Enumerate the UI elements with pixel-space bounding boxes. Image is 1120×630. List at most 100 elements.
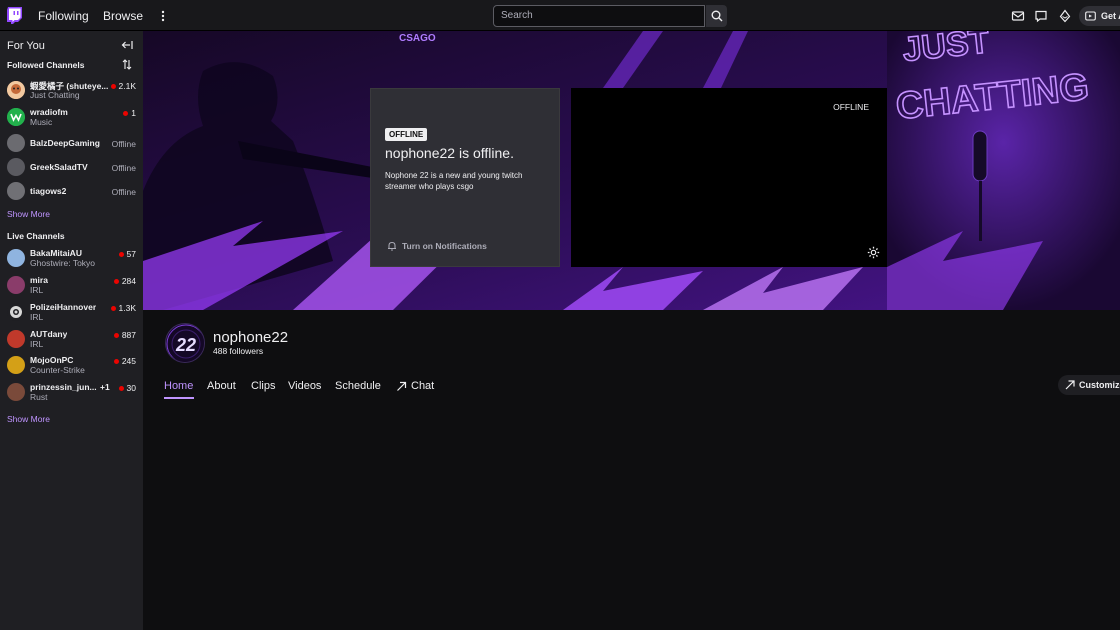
- search-icon: [711, 10, 722, 22]
- live-channel-item[interactable]: AUTdany IRL 887: [0, 328, 143, 352]
- whispers-icon[interactable]: [1034, 9, 1048, 23]
- followed-channels-heading: Followed Channels: [7, 60, 85, 70]
- bell-icon: [388, 241, 396, 251]
- channel-name: BakaMitaiAU: [30, 248, 82, 258]
- live-indicator-icon: [113, 332, 119, 338]
- live-channel-item[interactable]: BakaMitaiAU Ghostwire: Tokyo 57: [0, 247, 143, 271]
- show-more-followed-link[interactable]: Show More: [7, 209, 50, 219]
- tab-chat[interactable]: Chat: [396, 380, 434, 392]
- channel-name: wradiofm: [30, 107, 68, 117]
- avatar: [7, 249, 25, 267]
- video-player[interactable]: OFFLINE: [571, 88, 887, 267]
- search-button[interactable]: [706, 5, 727, 27]
- viewer-count: 1.3K: [110, 303, 136, 313]
- channel-name: BalzDeepGaming: [30, 138, 100, 148]
- live-channel-item[interactable]: mira IRL 284: [0, 274, 143, 298]
- channel-category: Counter-Strike: [30, 365, 85, 375]
- get-ad-free-button[interactable]: Get A: [1079, 6, 1120, 26]
- followed-channel-item[interactable]: 蝦愛橘子 (shuteye... Just Chatting 2.1K: [0, 79, 143, 103]
- channel-avatar[interactable]: 22: [165, 323, 205, 363]
- offline-card: OFFLINE nophone22 is offline. Nophone 22…: [370, 88, 560, 267]
- offline-status: Offline: [111, 139, 136, 149]
- channel-name: GreekSaladTV: [30, 162, 88, 172]
- viewer-count: 887: [113, 330, 136, 340]
- live-channel-item[interactable]: prinzessin_jun... +1 Rust 30: [0, 381, 143, 405]
- viewer-count: 2.1K: [110, 81, 136, 91]
- avatar: [7, 303, 25, 321]
- nav-following[interactable]: Following: [38, 9, 89, 23]
- followed-channel-item[interactable]: GreekSaladTV Offline: [0, 156, 143, 180]
- channel-category: IRL: [30, 339, 44, 349]
- live-channels-heading: Live Channels: [7, 231, 65, 241]
- external-arrow-icon: [397, 381, 407, 391]
- live-channel-item[interactable]: MojoOnPC Counter-Strike 245: [0, 354, 143, 378]
- channel-name: prinzessin_jun...: [30, 382, 97, 392]
- more-options-icon[interactable]: [159, 8, 167, 24]
- sort-icon[interactable]: [122, 59, 132, 70]
- nav-browse[interactable]: Browse: [103, 9, 143, 23]
- tab-home[interactable]: Home: [164, 380, 193, 392]
- sidebar-title: For You: [7, 40, 45, 52]
- live-indicator-icon: [113, 278, 119, 284]
- co-stream-count: +1: [100, 382, 110, 392]
- live-indicator-icon: [110, 83, 116, 89]
- settings-gear-icon[interactable]: [867, 246, 880, 259]
- channel-category: Music: [30, 117, 53, 127]
- channel-name: tiagows2: [30, 186, 67, 196]
- avatar: [7, 330, 25, 348]
- channel-name: mira: [30, 275, 48, 285]
- avatar: [7, 276, 25, 294]
- offline-badge: OFFLINE: [385, 128, 428, 141]
- channel-category: Ghostwire: Tokyo: [30, 258, 96, 268]
- tab-about[interactable]: About: [207, 380, 236, 392]
- live-indicator-icon: [118, 251, 124, 257]
- followed-channel-item[interactable]: wradiofm Music 1: [0, 106, 143, 130]
- followed-channel-item[interactable]: BalzDeepGaming Offline: [0, 132, 143, 156]
- channel-name: PolizeiHannover: [30, 302, 97, 312]
- offline-status: Offline: [111, 163, 136, 173]
- channel-name: MojoOnPC: [30, 355, 74, 365]
- channel-category: IRL: [30, 312, 44, 322]
- top-nav-bar: Following Browse Search Get A: [0, 0, 1120, 31]
- channel-category: Rust: [30, 392, 48, 402]
- avatar: [7, 134, 25, 152]
- viewer-count: 57: [118, 249, 136, 259]
- active-tab-indicator: [164, 397, 194, 399]
- bits-icon[interactable]: [1058, 9, 1072, 23]
- customize-channel-button[interactable]: Customize: [1058, 375, 1120, 395]
- offline-status: Offline: [111, 187, 136, 197]
- ad-free-icon: [1085, 11, 1096, 21]
- live-indicator-icon: [110, 305, 116, 311]
- viewer-count: 284: [113, 276, 136, 286]
- show-more-live-link[interactable]: Show More: [7, 414, 50, 424]
- avatar: [7, 108, 25, 126]
- search-input[interactable]: Search: [493, 5, 705, 27]
- avatar: [7, 356, 25, 374]
- sidebar: For You Followed Channels 蝦愛橘子 (shuteye.…: [0, 31, 143, 630]
- live-channel-item[interactable]: PolizeiHannover IRL 1.3K: [0, 301, 143, 325]
- channel-category: IRL: [30, 285, 44, 295]
- viewer-count: 1: [123, 108, 136, 118]
- twitch-logo-icon[interactable]: [7, 7, 22, 24]
- avatar: [7, 383, 25, 401]
- external-arrow-icon: [1065, 380, 1075, 390]
- banner-csgo-text: CSAGO: [399, 33, 436, 44]
- avatar-number: 22: [175, 335, 196, 355]
- channel-name: AUTdany: [30, 329, 68, 339]
- channel-name-title[interactable]: nophone22: [213, 329, 288, 346]
- followed-channel-item[interactable]: tiagows2 Offline: [0, 180, 143, 204]
- followers-count: 488 followers: [213, 346, 264, 356]
- viewer-count: 245: [113, 356, 136, 366]
- avatar: [7, 182, 25, 200]
- inbox-icon[interactable]: [1011, 9, 1025, 23]
- live-indicator-icon: [113, 358, 119, 364]
- turn-on-notifications-button[interactable]: Turn on Notifications: [387, 241, 487, 251]
- tab-clips[interactable]: Clips: [251, 380, 275, 392]
- tab-schedule[interactable]: Schedule: [335, 380, 381, 392]
- collapse-sidebar-icon[interactable]: [121, 39, 133, 51]
- channel-category: Just Chatting: [30, 90, 80, 100]
- tab-videos[interactable]: Videos: [288, 380, 321, 392]
- channel-banner: JUST CHATTING CSAGO OFFLINE nophone22 is…: [143, 31, 1120, 310]
- avatar: [7, 81, 25, 99]
- get-ad-free-label: Get A: [1101, 11, 1120, 21]
